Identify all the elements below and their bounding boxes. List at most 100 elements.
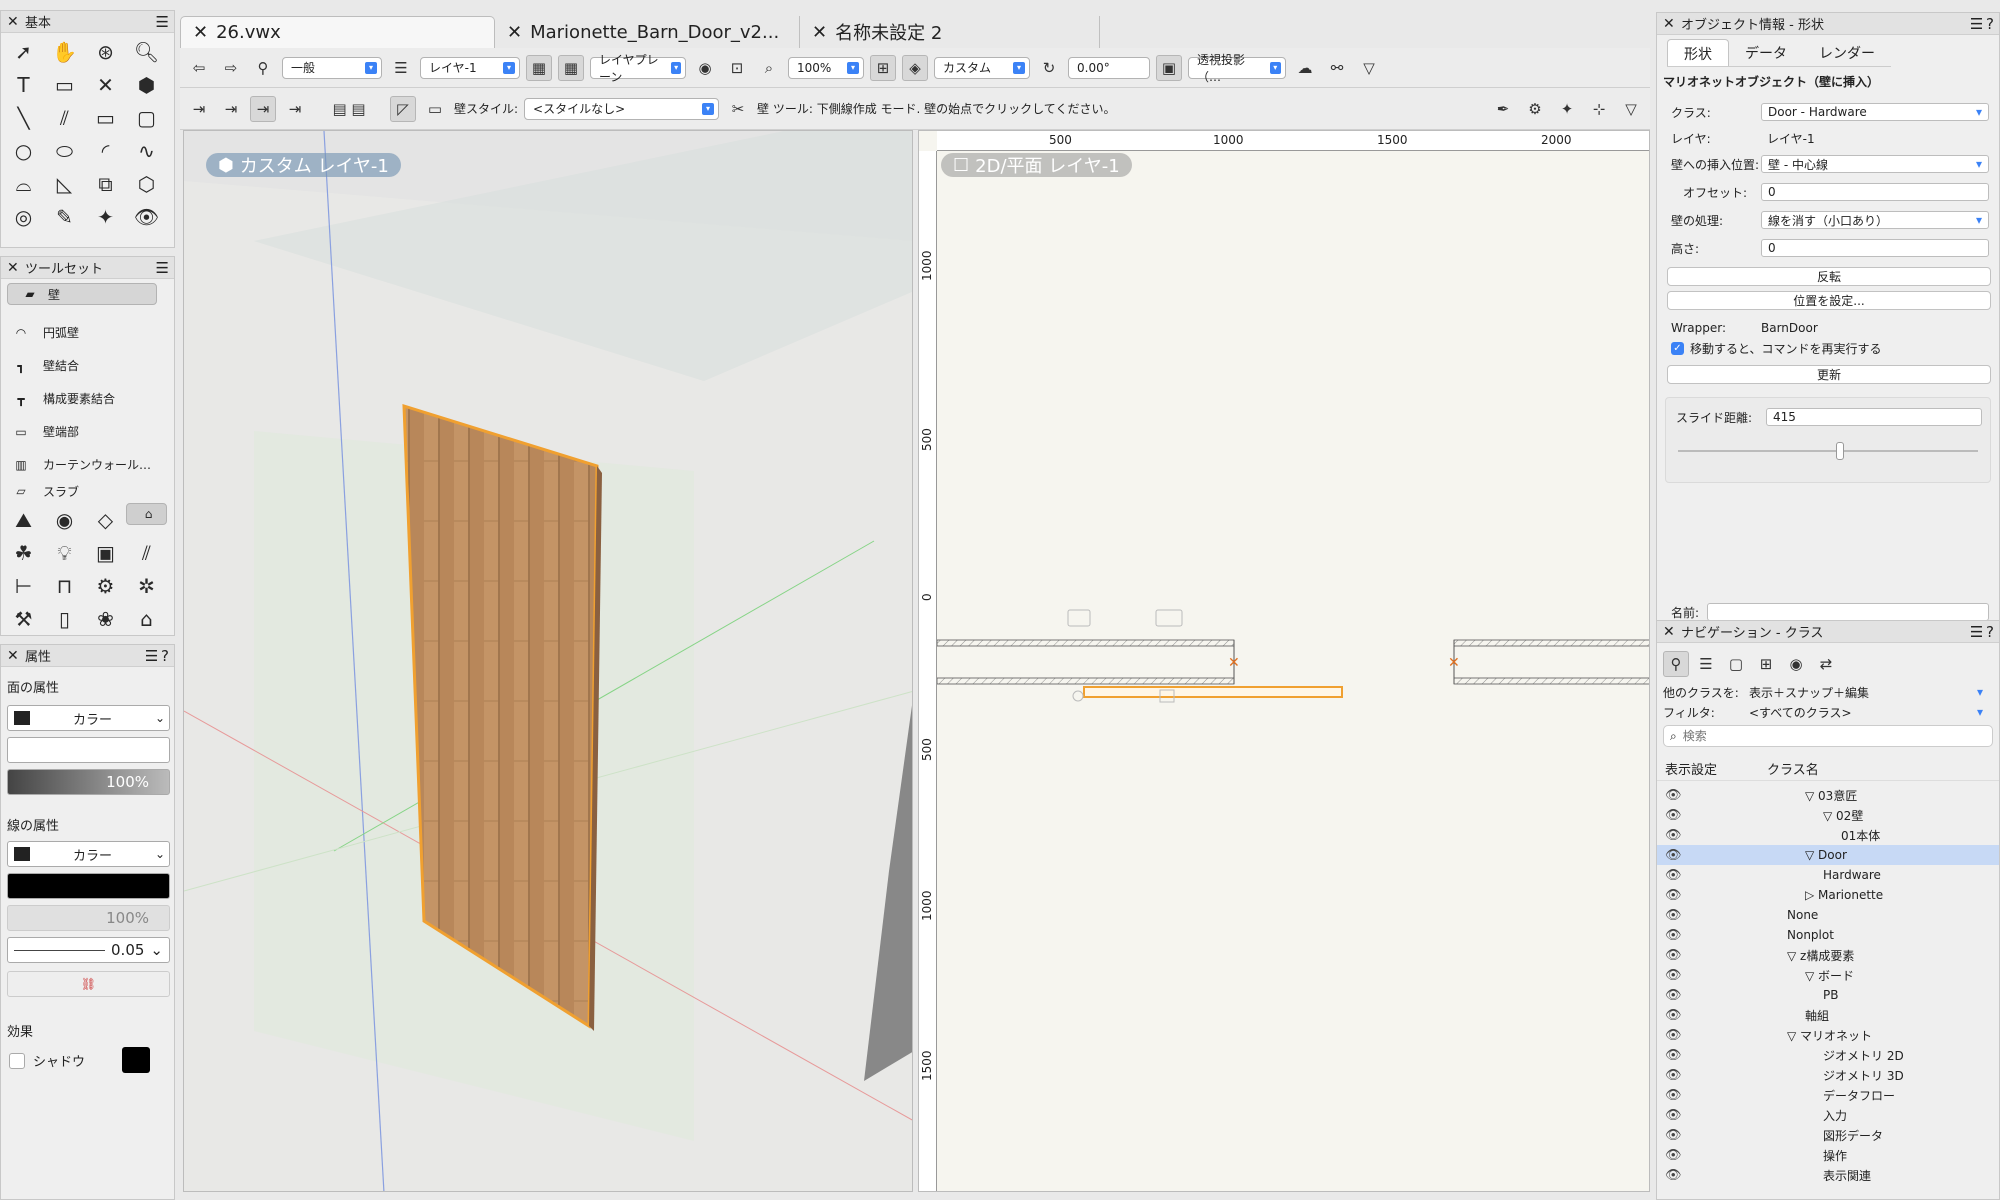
- class-row[interactable]: 👁 ▽ z構成要素: [1657, 945, 1999, 965]
- classes-tab-icon[interactable]: ⚲: [1663, 651, 1689, 677]
- class-row[interactable]: 👁 Nonplot: [1657, 925, 1999, 945]
- shadow-color-swatch[interactable]: [122, 1047, 150, 1073]
- fill-mode-select[interactable]: カラー ⌄: [7, 705, 170, 731]
- close-icon[interactable]: ✕: [7, 14, 19, 30]
- gear-icon[interactable]: ⚙: [1522, 96, 1548, 122]
- tab-data[interactable]: データ: [1729, 39, 1803, 66]
- class-row[interactable]: 👁 ▽ ボード: [1657, 965, 1999, 985]
- eye-icon[interactable]: 👁: [1665, 1068, 1682, 1083]
- dimension-icon[interactable]: ⫽: [126, 536, 167, 569]
- active-class-select[interactable]: 一般 ▾: [282, 56, 382, 79]
- update-button[interactable]: 更新: [1667, 365, 1991, 384]
- tab-untitled-2[interactable]: ✕ 名称未設定 2: [800, 16, 1100, 48]
- plane-icon[interactable]: ◇: [85, 503, 126, 536]
- split-view-icon[interactable]: ⊞: [870, 54, 896, 81]
- toolset-item-wall-end[interactable]: ▭ 壁端部: [7, 415, 157, 448]
- other-classes-select[interactable]: 表示＋スナップ＋編集 ▾: [1743, 683, 1989, 701]
- arrowhead-select[interactable]: ⛓: [7, 971, 170, 997]
- eye-icon[interactable]: 👁: [1665, 1028, 1682, 1043]
- barn-door-2d[interactable]: [1083, 686, 1343, 698]
- working-plane-select[interactable]: レイヤプレーン ▾: [590, 53, 686, 84]
- toolset-item-slab[interactable]: ▱ スラブ: [7, 481, 157, 501]
- snap-settings-icon[interactable]: ✦: [1554, 96, 1580, 122]
- more-icon[interactable]: ▽: [1356, 55, 1382, 81]
- eye-icon[interactable]: 👁: [1665, 1108, 1682, 1123]
- eye-icon[interactable]: 👁: [1665, 968, 1682, 983]
- class-row[interactable]: 👁 ▽ 03意匠: [1657, 785, 1999, 805]
- slide-thumb[interactable]: [1836, 442, 1844, 460]
- view-option-icon[interactable]: ▦: [526, 54, 552, 81]
- settings-icon[interactable]: ✲: [126, 569, 167, 602]
- snap-icon[interactable]: ✒: [1490, 96, 1516, 122]
- viewport-2d-label[interactable]: ☐ 2D/平面 レイヤ-1: [941, 153, 1132, 177]
- eye-icon[interactable]: 👁: [1665, 1148, 1682, 1163]
- binoculars-icon[interactable]: ⚯: [1324, 55, 1350, 81]
- slide-field[interactable]: 415: [1766, 408, 1982, 426]
- line-opacity-slider[interactable]: 100%: [7, 905, 170, 931]
- menu-icon[interactable]: ☰: [156, 259, 169, 277]
- light-icon[interactable]: 💡︎: [44, 536, 85, 569]
- spiral-icon[interactable]: ◎: [3, 200, 44, 233]
- view-option-2-icon[interactable]: ▦: [558, 54, 584, 81]
- class-row[interactable]: 👁 Hardware: [1657, 865, 1999, 885]
- eye-icon[interactable]: 👁: [1665, 928, 1682, 943]
- visibility-icon[interactable]: 👁︎: [126, 200, 167, 233]
- eye-icon[interactable]: 👁: [1665, 988, 1682, 1003]
- close-icon[interactable]: ✕: [7, 648, 19, 664]
- eyedropper-icon[interactable]: ✎: [44, 200, 85, 233]
- projection-icon[interactable]: ▣: [1156, 54, 1182, 81]
- active-layer-select[interactable]: レイヤ-1 ▾: [420, 56, 520, 79]
- class-row[interactable]: 👁 ▽ Door: [1657, 845, 1999, 865]
- eye-icon[interactable]: 👁: [1665, 1128, 1682, 1143]
- class-row[interactable]: 👁 図形データ: [1657, 1125, 1999, 1145]
- class-name-column-header[interactable]: クラス名: [1767, 759, 1819, 778]
- class-row[interactable]: 👁 ジオメトリ 3D: [1657, 1065, 1999, 1085]
- eye-icon[interactable]: 👁: [1665, 828, 1682, 843]
- site-model-icon[interactable]: ⛰: [3, 503, 44, 536]
- class-row[interactable]: 👁 None: [1657, 905, 1999, 925]
- menu-icon[interactable]: ☰ ?: [1970, 623, 1994, 641]
- hexagon-icon[interactable]: ⬡: [126, 167, 167, 200]
- gear-group-icon[interactable]: ⚙: [85, 569, 126, 602]
- views-tab-icon[interactable]: ◉: [1783, 651, 1809, 677]
- wall-mode-4-icon[interactable]: ⇥: [282, 96, 308, 122]
- toolset-item-arc-wall[interactable]: ◠ 円弧壁: [7, 316, 157, 349]
- rounded-rect-icon[interactable]: ▢: [126, 101, 167, 134]
- tab-26-vwx[interactable]: ✕ 26.vwx: [180, 16, 495, 48]
- viewport-3d[interactable]: ⬢ カスタム レイヤ-1: [183, 130, 913, 1192]
- magic-wand-icon[interactable]: ✦: [85, 200, 126, 233]
- eye-icon[interactable]: 👁: [1665, 868, 1682, 883]
- close-icon[interactable]: ✕: [1663, 624, 1675, 640]
- class-select[interactable]: Door - Hardware ▾: [1761, 103, 1989, 121]
- class-row[interactable]: 👁 PB: [1657, 985, 1999, 1005]
- eye-icon[interactable]: 👁: [1665, 1088, 1682, 1103]
- flip-button[interactable]: 反転: [1667, 267, 1991, 286]
- class-row[interactable]: 👁 表示関連: [1657, 1165, 1999, 1185]
- snap-grid-icon[interactable]: ⊹: [1586, 96, 1612, 122]
- eye-icon[interactable]: 👁: [1665, 788, 1682, 803]
- rectangle-icon[interactable]: ▭: [85, 101, 126, 134]
- furniture-icon[interactable]: ▣: [85, 536, 126, 569]
- toolset-item-curtain-wall[interactable]: ▥ カーテンウォール…: [7, 448, 157, 481]
- arc-icon[interactable]: ◜: [85, 134, 126, 167]
- 3d-view-icon[interactable]: ◈: [902, 54, 928, 81]
- menu-icon[interactable]: ☰: [156, 13, 169, 31]
- tab-render[interactable]: レンダー: [1803, 39, 1891, 66]
- class-search-input[interactable]: [1682, 729, 1986, 743]
- forward-icon[interactable]: ⇨: [218, 55, 244, 81]
- treatment-select[interactable]: 線を消す（小口あり） ▾: [1761, 211, 1989, 229]
- layers-tab-icon[interactable]: ☰: [1693, 651, 1719, 677]
- wall-mode-3-icon[interactable]: ⇥: [250, 95, 276, 122]
- toolset-item-wall-join[interactable]: ┓ 壁結合: [7, 349, 157, 382]
- polygon-icon[interactable]: ◺: [44, 167, 85, 200]
- wall-control-icon[interactable]: ▤ ▤: [314, 96, 384, 122]
- freehand-icon[interactable]: ∿: [126, 134, 167, 167]
- references-tab-icon[interactable]: ⇄: [1813, 651, 1839, 677]
- layers-icon[interactable]: ☰: [388, 55, 414, 81]
- wall-mode-2-icon[interactable]: ⇥: [218, 96, 244, 122]
- fill-opacity-slider[interactable]: 100%: [7, 769, 170, 795]
- eye-icon[interactable]: 👁: [1665, 1048, 1682, 1063]
- house-icon[interactable]: ⌂: [126, 602, 167, 635]
- beam-icon[interactable]: ⊓: [44, 569, 85, 602]
- building-icon[interactable]: ⌂: [126, 503, 167, 525]
